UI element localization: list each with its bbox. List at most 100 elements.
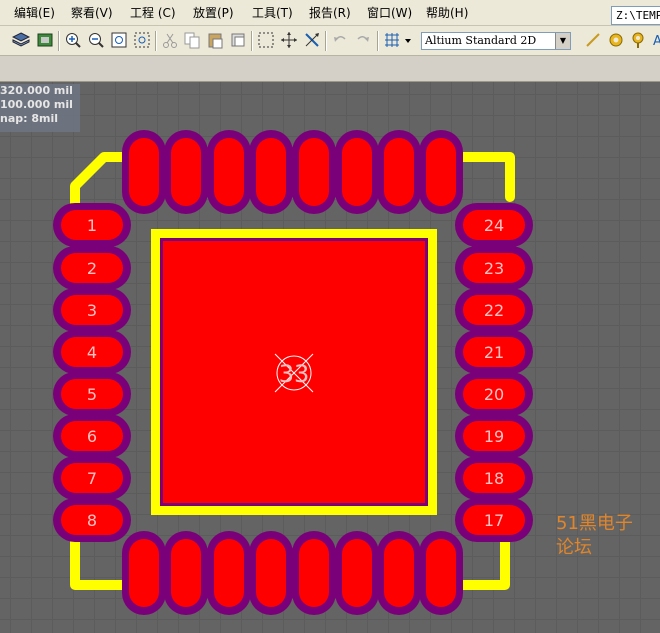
- watermark-line-2: 论坛: [556, 537, 592, 558]
- menu-project[interactable]: 工程 (C): [130, 4, 176, 21]
- pad-copper: [129, 138, 159, 206]
- pad-5: 5: [53, 372, 131, 416]
- pad-22: 22: [455, 288, 533, 332]
- pad-number-label: 3: [87, 301, 97, 320]
- copy-icon[interactable]: [183, 31, 201, 49]
- watermark-line-1: 51黑电子: [556, 513, 633, 534]
- pad-1: 1: [53, 203, 131, 247]
- menu-view[interactable]: 察看(V): [71, 4, 113, 21]
- pad-copper: [256, 539, 286, 607]
- pad-18: 18: [455, 456, 533, 500]
- pad-copper: [299, 138, 329, 206]
- pad-19: 19: [455, 414, 533, 458]
- select-area-icon[interactable]: [257, 31, 275, 49]
- pad-4: 4: [53, 330, 131, 374]
- pad-number-label: 8: [87, 511, 97, 530]
- pad: [122, 130, 166, 214]
- pad-tool-icon[interactable]: [607, 31, 625, 49]
- pad-copper: [256, 138, 286, 206]
- pad-number-label: 20: [484, 385, 504, 404]
- pad-3: 3: [53, 288, 131, 332]
- pad-number-label: 19: [484, 427, 504, 446]
- redo-icon[interactable]: [354, 31, 372, 49]
- pad-number-label: 5: [87, 385, 97, 404]
- coordinate-hud: 320.000 mil 100.000 mil nap: 8mil: [0, 84, 80, 132]
- document-tab-strip: [0, 56, 660, 82]
- menu-place[interactable]: 放置(P): [193, 4, 234, 21]
- hud-snap: nap: 8mil: [0, 112, 59, 125]
- grid-icon[interactable]: [383, 31, 401, 49]
- pad: [377, 531, 421, 615]
- zoom-in-icon[interactable]: [64, 31, 82, 49]
- via-tool-icon[interactable]: [630, 31, 648, 49]
- view-mode-select[interactable]: Altium Standard 2D ▼: [421, 32, 571, 50]
- undo-icon[interactable]: [331, 31, 349, 49]
- pad: [249, 531, 293, 615]
- pad-number-label: 4: [87, 343, 97, 362]
- move-icon[interactable]: [280, 31, 298, 49]
- pad-6: 6: [53, 414, 131, 458]
- pads-layer: 12345678242322212019181733: [53, 130, 533, 615]
- pad: [335, 130, 379, 214]
- pad-copper: [129, 539, 159, 607]
- pad-number-label: 21: [484, 343, 504, 362]
- pad-23: 23: [455, 246, 533, 290]
- hud-y: 100.000 mil: [0, 98, 73, 111]
- pad-number-label: 22: [484, 301, 504, 320]
- pad: [249, 130, 293, 214]
- cut-icon[interactable]: [161, 31, 179, 49]
- silkscreen-outline: [70, 152, 133, 210]
- menu-tools[interactable]: 工具(T): [252, 4, 293, 21]
- pad-copper: [384, 138, 414, 206]
- silkscreen-outline: [455, 152, 515, 202]
- board-icon[interactable]: [36, 31, 54, 49]
- pad-copper: [299, 539, 329, 607]
- pad: [164, 531, 208, 615]
- pad-20: 20: [455, 372, 533, 416]
- hud-x: 320.000 mil: [0, 84, 73, 97]
- pad: [122, 531, 166, 615]
- silkscreen-outline: [457, 535, 510, 590]
- zoom-out-icon[interactable]: [87, 31, 105, 49]
- pad: [377, 130, 421, 214]
- path-field[interactable]: Z:\TEMP: [611, 6, 660, 25]
- rubber-stamp-icon[interactable]: [229, 31, 247, 49]
- pad-number-label: 17: [484, 511, 504, 530]
- pad-copper: [214, 138, 244, 206]
- pad-copper: [426, 539, 456, 607]
- silkscreen-outline: [70, 535, 130, 590]
- watermark: 51黑电子 论坛: [556, 512, 633, 560]
- pad-number-label: 2: [87, 259, 97, 278]
- pad-number-label: 24: [484, 216, 504, 235]
- pad-copper: [384, 539, 414, 607]
- pad-number-label: 6: [87, 427, 97, 446]
- pad: [164, 130, 208, 214]
- pad-number-label: 7: [87, 469, 97, 488]
- zoom-fit-icon[interactable]: [110, 31, 128, 49]
- view-mode-dropdown-arrow-icon[interactable]: ▼: [555, 33, 570, 49]
- grid-dropdown-arrow-icon[interactable]: [403, 31, 413, 49]
- string-tool-icon[interactable]: A: [652, 31, 660, 49]
- zoom-area-icon[interactable]: [133, 31, 151, 49]
- toolbar-separator: [377, 31, 379, 51]
- pad: [207, 130, 251, 214]
- menu-reports[interactable]: 报告(R): [309, 4, 351, 21]
- menu-edit[interactable]: 编辑(E): [14, 4, 55, 21]
- line-tool-icon[interactable]: [584, 31, 602, 49]
- menu-help[interactable]: 帮助(H): [426, 4, 468, 21]
- pad-7: 7: [53, 456, 131, 500]
- pad: [419, 531, 463, 615]
- pad-copper: [342, 138, 372, 206]
- pad: [292, 130, 336, 214]
- menu-window[interactable]: 窗口(W): [367, 4, 412, 21]
- deselect-icon[interactable]: [303, 31, 321, 49]
- pad-17: 17: [455, 498, 533, 542]
- toolbar-separator: [325, 31, 327, 51]
- pad-number-label: 1: [87, 216, 97, 235]
- pad-2: 2: [53, 246, 131, 290]
- toolbar-separator: [251, 31, 253, 51]
- layers-icon[interactable]: [11, 31, 31, 49]
- center-pad-number-label: 33: [279, 360, 310, 388]
- paste-icon[interactable]: [206, 31, 224, 49]
- pad-copper: [342, 539, 372, 607]
